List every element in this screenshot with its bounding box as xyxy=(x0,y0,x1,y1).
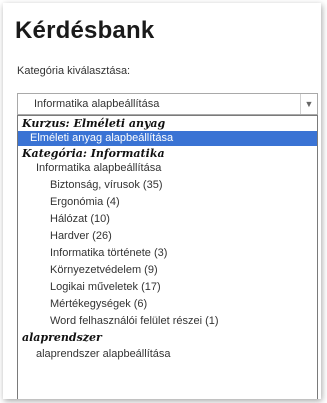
question-bank-panel: Kérdésbank Kategória kiválasztása: Infor… xyxy=(3,3,321,399)
option-kornyezetvedelem[interactable]: Környezetvédelem (9) xyxy=(18,263,317,278)
option-halozat[interactable]: Hálózat (10) xyxy=(18,212,317,227)
option-hardver[interactable]: Hardver (26) xyxy=(18,229,317,244)
optgroup-alaprendszer: alaprendszer xyxy=(22,331,102,344)
option-ergonomia[interactable]: Ergonómia (4) xyxy=(18,195,317,210)
optgroup-kurzus-elmeleti-anyag: Kurzus: Elméleti anyag xyxy=(22,117,166,130)
category-select-value: Informatika alapbeállítása xyxy=(34,98,160,110)
category-select[interactable]: Informatika alapbeállítása ▼ xyxy=(17,93,318,115)
option-alaprendszer-alapbeallitasa[interactable]: alaprendszer alapbeállítása xyxy=(18,347,317,362)
option-logikai-muveletek[interactable]: Logikai műveletek (17) xyxy=(18,280,317,295)
category-select-label: Kategória kiválasztása: xyxy=(17,65,131,77)
page-title: Kérdésbank xyxy=(15,17,155,44)
option-informatika-alapbeallitasa[interactable]: Informatika alapbeállítása xyxy=(18,161,317,176)
option-mertekegysegek[interactable]: Mértékegységek (6) xyxy=(18,297,317,312)
option-word-felhasznaloi-felulet[interactable]: Word felhasználói felület részei (1) xyxy=(18,314,317,329)
optgroup-kategoria-informatika: Kategória: Informatika xyxy=(22,147,165,160)
category-dropdown-list[interactable]: Kurzus: Elméleti anyag Elméleti anyag al… xyxy=(17,115,318,399)
option-elmeleti-anyag-alapbeallitasa[interactable]: Elméleti anyag alapbeállítása xyxy=(18,131,317,146)
chevron-down-icon[interactable]: ▼ xyxy=(300,94,317,114)
option-biztonsag-virusok[interactable]: Biztonság, vírusok (35) xyxy=(18,178,317,193)
option-informatika-tortenete[interactable]: Informatika története (3) xyxy=(18,246,317,261)
